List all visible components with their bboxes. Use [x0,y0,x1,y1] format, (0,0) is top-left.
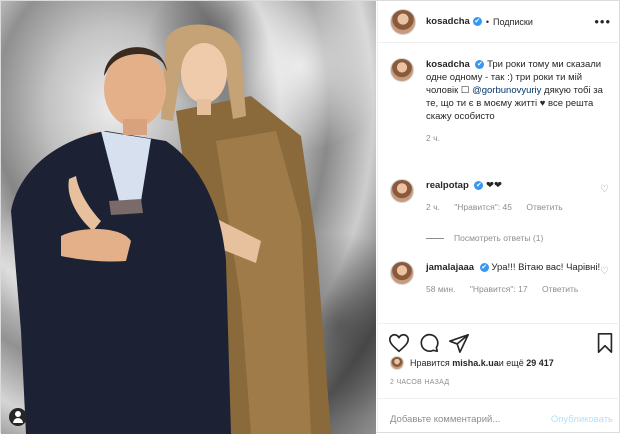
comment-meta: 58 мин. "Нравится": 17 Ответить [426,284,615,294]
bookmark-icon[interactable] [594,332,616,354]
add-comment-bar: Добавьте комментарий... Опубликовать [378,398,620,434]
author-username[interactable]: kosadcha [426,16,470,27]
comment-input[interactable]: Добавьте комментарий... [390,414,500,425]
publish-button[interactable]: Опубликовать [551,414,613,425]
verified-badge-icon: ✔ [475,59,485,69]
comment-icon[interactable] [418,332,440,354]
verified-badge-icon: ✔ [472,17,482,26]
post-details-panel: kosadcha ✔ • Подписки ••• kosadcha ✔ Три… [377,1,620,434]
caption-text: kosadcha ✔ Три роки тому ми сказали одне… [426,58,615,123]
comment-avatar[interactable] [390,261,414,285]
small-heart-icon[interactable]: ♡ [600,266,609,277]
comment-text: jamalajaaa ✔ Ура!!! Вітаю вас! Чарівні! [426,261,615,274]
comment-avatar[interactable] [390,179,414,203]
separator-dot: • [485,16,489,27]
comment-likes[interactable]: "Нравится": 17 [470,284,528,294]
caption-time[interactable]: 2 ч. [426,133,440,143]
likes-summary: Нравится misha.k.ua и ещё 29 417 [390,356,618,370]
view-replies-button[interactable]: Посмотреть ответы (1) [426,233,543,243]
post-header: kosadcha ✔ • Подписки ••• [378,1,620,43]
caption-mention-link[interactable]: @gorbunovyuriy [472,85,541,96]
comment-item: jamalajaaa ✔ Ура!!! Вітаю вас! Чарівні! … [390,261,615,294]
likes-middle: и ещё [498,358,524,368]
small-heart-icon[interactable]: ♡ [600,184,609,195]
verified-badge-icon: ✔ [474,180,484,190]
comment-username[interactable]: jamalajaaa [426,262,474,273]
caption-meta: 2 ч. [426,133,615,143]
comment-time[interactable]: 58 мин. [426,284,455,294]
liker-avatar[interactable] [390,356,404,370]
comment-time[interactable]: 2 ч. [426,202,440,212]
verified-badge-icon: ✔ [479,262,489,272]
caption: kosadcha ✔ Три роки тому ми сказали одне… [390,58,615,143]
caption-username[interactable]: kosadcha [426,59,470,70]
comment-username[interactable]: realpotap [426,180,469,191]
following-button[interactable]: Подписки [493,17,533,27]
heart-icon[interactable] [388,332,410,354]
caption-emoji: ☐ [460,85,470,96]
user-tag-icon[interactable] [9,408,27,426]
comment-meta: 2 ч. "Нравится": 45 Ответить [426,202,615,212]
liker-username[interactable]: misha.k.ua [452,358,499,368]
post-timestamp[interactable]: 2 ЧАСОВ НАЗАД [390,379,449,386]
more-options-icon[interactable]: ••• [594,14,611,29]
likes-prefix: Нравится [410,358,450,368]
likes-count[interactable]: 29 417 [526,358,554,368]
caption-avatar[interactable] [390,58,414,82]
couple-illustration [11,24,331,434]
comment-body: Ура!!! Вітаю вас! Чарівні! [491,262,601,273]
instagram-post: kosadcha ✔ • Подписки ••• kosadcha ✔ Три… [0,0,620,434]
reply-button[interactable]: Ответить [542,284,578,294]
comment-likes[interactable]: "Нравится": 45 [454,202,512,212]
comment-text: realpotap ✔ ❤❤ [426,179,615,192]
author-avatar[interactable] [390,8,416,35]
reply-button[interactable]: Ответить [526,202,562,212]
comment-body: ❤❤ [486,180,502,191]
comments-list[interactable]: kosadcha ✔ Три роки тому ми сказали одне… [378,44,620,322]
comment-item: realpotap ✔ ❤❤ 2 ч. "Нравится": 45 Ответ… [390,179,615,212]
share-icon[interactable] [448,332,470,354]
post-photo[interactable] [1,1,376,434]
